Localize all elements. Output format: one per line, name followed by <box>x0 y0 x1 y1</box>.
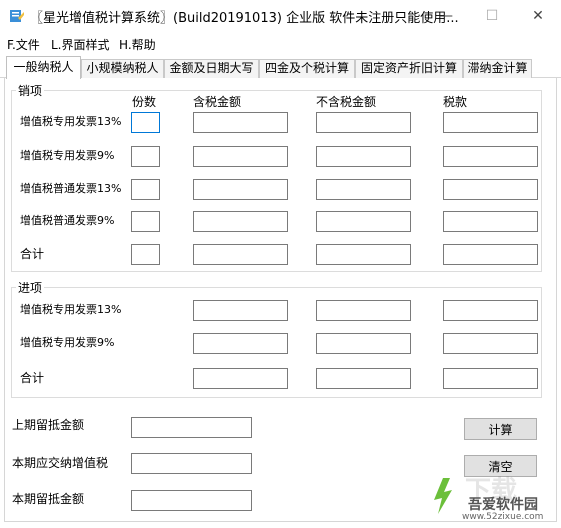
sales-row-label: 增值税普通发票9% <box>20 214 115 227</box>
purchase-row1-net-input[interactable] <box>316 300 411 321</box>
purchase-row-label: 增值税专用发票9% <box>20 336 115 349</box>
sales-total-net-input[interactable] <box>316 244 411 265</box>
sales-total-tax-input[interactable] <box>443 244 538 265</box>
purchase-row2-net-input[interactable] <box>316 333 411 354</box>
sales-row2-count-input[interactable] <box>131 146 160 167</box>
title-bar: 〖星光增值税计算系统〗(Build20191013) 企业版 软件未注册只能使用… <box>0 0 561 32</box>
calculate-button[interactable]: 计算 <box>464 418 537 440</box>
close-button[interactable]: ✕ <box>515 0 561 32</box>
app-icon <box>10 10 24 22</box>
current-credit-label: 本期留抵金额 <box>12 492 85 506</box>
purchase-total-tax-input[interactable] <box>443 368 538 389</box>
tab-fund-tax[interactable]: 四金及个税计算 <box>259 59 355 78</box>
tab-amount-uppercase[interactable]: 金额及日期大写 <box>164 59 259 78</box>
sales-row4-count-input[interactable] <box>131 211 160 232</box>
column-count: 份数 <box>132 95 157 109</box>
column-tax: 税款 <box>443 95 468 109</box>
menu-help[interactable]: H.帮助 <box>119 36 156 53</box>
sales-group-title: 销项 <box>16 82 45 99</box>
window-title: 〖星光增值税计算系统〗(Build20191013) 企业版 软件未注册只能使用… <box>30 11 459 26</box>
sales-row1-tax-input[interactable] <box>443 112 538 133</box>
vat-payable-input[interactable] <box>131 453 252 474</box>
tab-late-fee[interactable]: 滞纳金计算 <box>463 59 532 78</box>
tab-bar: 一般纳税人 小规模纳税人 金额及日期大写 四金及个税计算 固定资产折旧计算 滞纳… <box>0 56 561 79</box>
watermark-logo-icon <box>434 478 452 514</box>
purchase-row2-tax-input[interactable] <box>443 333 538 354</box>
sales-row-label: 增值税普通发票13% <box>20 182 122 195</box>
purchase-row1-tax-input[interactable] <box>443 300 538 321</box>
tab-depreciation[interactable]: 固定资产折旧计算 <box>355 59 463 78</box>
column-tax-included: 含税金额 <box>193 95 242 109</box>
minimize-button[interactable]: — <box>423 0 469 32</box>
purchase-row2-gross-input[interactable] <box>193 333 288 354</box>
sales-row3-tax-input[interactable] <box>443 179 538 200</box>
purchase-total-gross-input[interactable] <box>193 368 288 389</box>
sales-row1-gross-input[interactable] <box>193 112 288 133</box>
sales-row3-net-input[interactable] <box>316 179 411 200</box>
tab-general-taxpayer[interactable]: 一般纳税人 <box>6 56 81 79</box>
sales-row-label: 增值税专用发票9% <box>20 149 115 162</box>
purchase-group-title: 进项 <box>16 279 45 296</box>
purchase-row-label: 增值税专用发票13% <box>20 303 122 316</box>
sales-row-label: 增值税专用发票13% <box>20 115 122 128</box>
sales-row4-gross-input[interactable] <box>193 211 288 232</box>
watermark-url: www.52zixue.com <box>462 512 544 522</box>
sales-row3-gross-input[interactable] <box>193 179 288 200</box>
sales-row3-count-input[interactable] <box>131 179 160 200</box>
current-credit-input[interactable] <box>131 490 252 511</box>
purchase-row1-gross-input[interactable] <box>193 300 288 321</box>
sales-total-gross-input[interactable] <box>193 244 288 265</box>
sales-row2-net-input[interactable] <box>316 146 411 167</box>
sales-row2-tax-input[interactable] <box>443 146 538 167</box>
prior-credit-label: 上期留抵金额 <box>12 418 85 432</box>
menu-file[interactable]: F.文件 <box>7 36 40 53</box>
menu-bar: F.文件 L.界面样式 H.帮助 <box>0 32 561 54</box>
menu-style[interactable]: L.界面样式 <box>51 36 110 53</box>
sales-row1-count-input[interactable] <box>131 112 160 133</box>
prior-credit-input[interactable] <box>131 417 252 438</box>
maximize-button[interactable]: ☐ <box>469 0 515 32</box>
sales-row1-net-input[interactable] <box>316 112 411 133</box>
sales-row4-net-input[interactable] <box>316 211 411 232</box>
watermark-brand: 吾爱软件园 <box>468 497 538 513</box>
sales-row2-gross-input[interactable] <box>193 146 288 167</box>
sales-total-label: 合计 <box>20 247 45 261</box>
tab-small-taxpayer[interactable]: 小规模纳税人 <box>81 59 164 78</box>
column-tax-excluded: 不含税金额 <box>316 95 377 109</box>
sales-row4-tax-input[interactable] <box>443 211 538 232</box>
purchase-total-net-input[interactable] <box>316 368 411 389</box>
vat-payable-label: 本期应交纳增值税 <box>12 456 109 470</box>
sales-total-count-input[interactable] <box>131 244 160 265</box>
purchase-total-label: 合计 <box>20 371 45 385</box>
